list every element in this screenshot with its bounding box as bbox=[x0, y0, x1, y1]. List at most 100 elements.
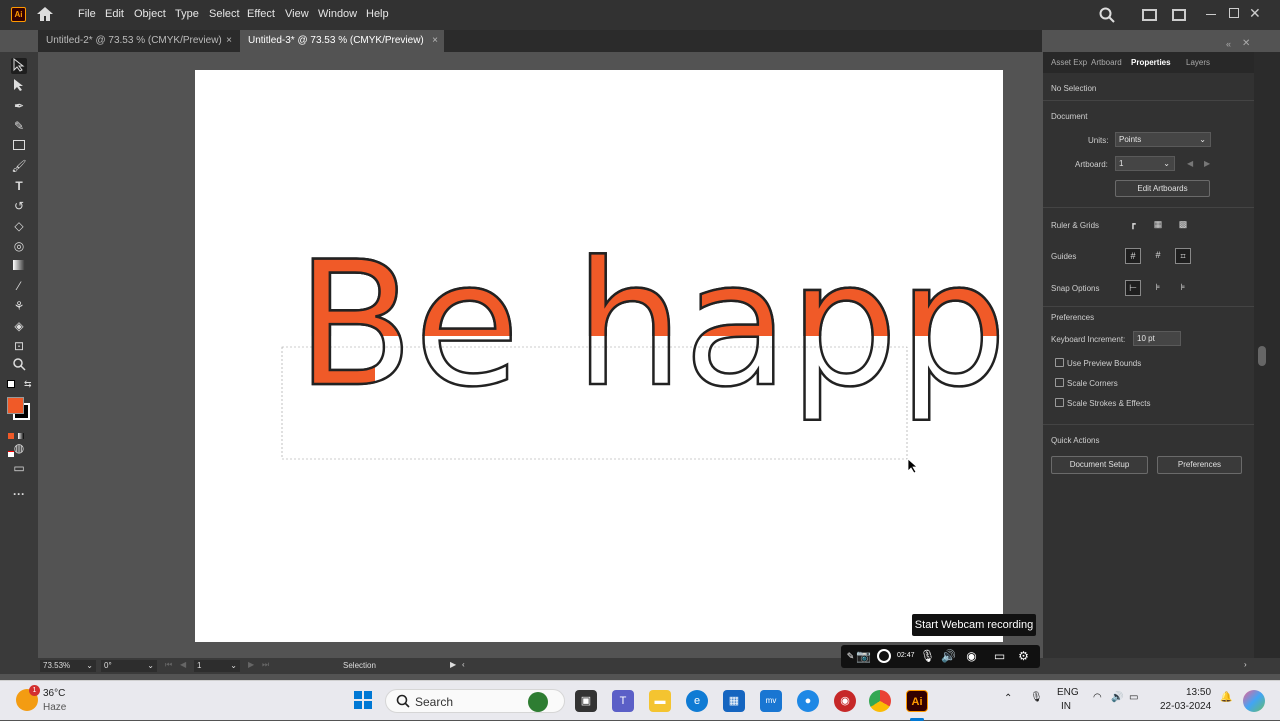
fill-swatch[interactable] bbox=[7, 397, 24, 414]
selection-tool-icon[interactable] bbox=[11, 57, 27, 74]
chrome-icon[interactable] bbox=[869, 690, 891, 712]
warp-tool-icon[interactable]: ◎ bbox=[11, 238, 27, 254]
recorder-app-icon[interactable]: ◉ bbox=[834, 690, 856, 712]
curvature-tool-icon[interactable]: ✎ bbox=[11, 118, 27, 134]
show-guides-icon[interactable]: # bbox=[1125, 248, 1141, 264]
tab-asset-export[interactable]: Asset Exp bbox=[1051, 58, 1087, 67]
app-icon[interactable]: mv bbox=[760, 690, 782, 712]
webcam-icon[interactable]: ◉ bbox=[964, 649, 979, 664]
close-icon[interactable]: ✕ bbox=[1249, 5, 1261, 22]
next-artboard-icon[interactable]: ▶ bbox=[1204, 159, 1210, 168]
scroll-right-icon[interactable]: › bbox=[1244, 660, 1247, 669]
teams-icon[interactable]: T bbox=[612, 690, 634, 712]
microphone-tray-icon[interactable]: 🎙 bbox=[1030, 692, 1043, 703]
tab-layers[interactable]: Layers bbox=[1186, 58, 1210, 67]
first-artboard-icon[interactable]: ⏮ bbox=[165, 660, 172, 670]
default-colors-icon[interactable] bbox=[7, 380, 15, 388]
arrange-documents-icon[interactable] bbox=[1142, 9, 1157, 21]
lock-guides-icon[interactable]: # bbox=[1150, 248, 1166, 264]
scroll-left-icon[interactable]: ‹ bbox=[462, 660, 465, 669]
file-explorer-icon[interactable]: ▬ bbox=[649, 690, 671, 712]
gradient-tool-icon[interactable] bbox=[11, 258, 27, 274]
color-mode-icons[interactable] bbox=[8, 426, 30, 457]
app-icon-blue[interactable]: ● bbox=[797, 690, 819, 712]
gear-icon[interactable]: ⚙ bbox=[1016, 649, 1031, 664]
grid-icon[interactable]: ▦ bbox=[1150, 217, 1166, 233]
store-icon[interactable]: ▦ bbox=[723, 690, 745, 712]
menu-help[interactable]: Help bbox=[366, 8, 389, 20]
keyboard-increment-input[interactable]: 10 pt bbox=[1133, 331, 1181, 346]
tab-close-icon[interactable]: × bbox=[226, 30, 232, 52]
pen-tool-icon[interactable]: ✒ bbox=[11, 98, 27, 114]
copilot-icon[interactable] bbox=[1243, 690, 1265, 712]
microphone-icon[interactable]: 🎙 bbox=[920, 649, 935, 664]
volume-icon[interactable]: 🔊 bbox=[1111, 692, 1123, 703]
edit-artboards-button[interactable]: Edit Artboards bbox=[1115, 180, 1210, 197]
language-line1[interactable]: ENG bbox=[1057, 687, 1079, 698]
workspace-icon[interactable] bbox=[1172, 9, 1186, 21]
home-icon[interactable] bbox=[36, 6, 54, 25]
artboard-navigation-dropdown[interactable]: 1 ⌄ bbox=[194, 660, 240, 672]
clock-time[interactable]: 13:50 bbox=[1186, 687, 1211, 698]
search-icon[interactable] bbox=[1099, 7, 1115, 26]
tab-properties[interactable]: Properties bbox=[1131, 58, 1171, 67]
eraser-tool-icon[interactable]: ◇ bbox=[11, 218, 27, 234]
snap-to-point-icon[interactable]: ⊢ bbox=[1125, 280, 1141, 296]
screen-icon[interactable]: ▭ bbox=[992, 649, 1007, 664]
preferences-button[interactable]: Preferences bbox=[1157, 456, 1242, 474]
speaker-icon[interactable]: 🔊 bbox=[941, 649, 956, 664]
battery-icon[interactable]: ▭ bbox=[1129, 692, 1138, 703]
use-preview-bounds-checkbox[interactable] bbox=[1055, 358, 1064, 367]
maximize-icon[interactable] bbox=[1229, 8, 1239, 18]
scale-corners-checkbox[interactable] bbox=[1055, 378, 1064, 387]
artboard[interactable]: Be happy Be happy Be happy bbox=[195, 70, 1110, 642]
menu-select[interactable]: Select bbox=[209, 8, 240, 20]
tab-close-icon[interactable]: × bbox=[432, 30, 438, 52]
rotation-dropdown[interactable]: 0° ⌄ bbox=[101, 660, 157, 672]
units-dropdown[interactable]: Points ⌄ bbox=[1115, 132, 1211, 147]
snap-to-pixel-icon[interactable]: ⊧ bbox=[1150, 280, 1166, 296]
more-tools-icon[interactable]: ··· bbox=[11, 486, 27, 502]
menu-type[interactable]: Type bbox=[175, 8, 199, 20]
type-tool-icon[interactable]: T bbox=[11, 178, 27, 194]
rectangle-tool-icon[interactable] bbox=[11, 138, 27, 154]
swap-colors-icon[interactable]: ⇆ bbox=[24, 379, 32, 390]
shape-builder-tool-icon[interactable]: ◈ bbox=[11, 318, 27, 334]
rotate-tool-icon[interactable]: ↺ bbox=[11, 198, 27, 214]
draw-mode-icon[interactable]: ◍ bbox=[11, 440, 27, 456]
status-menu-icon[interactable]: ▶ bbox=[450, 660, 456, 669]
edge-icon[interactable]: e bbox=[686, 690, 708, 712]
task-view-icon[interactable]: ▣ bbox=[575, 690, 597, 712]
smart-guides-icon[interactable]: ⌗ bbox=[1175, 248, 1191, 264]
snap-to-glyph-icon[interactable]: ⊧ bbox=[1175, 280, 1191, 296]
next-artboard-icon[interactable]: ▶ bbox=[248, 660, 254, 669]
artboard-tool-icon[interactable]: ⊡ bbox=[11, 338, 27, 354]
clock-date[interactable]: 22-03-2024 bbox=[1160, 701, 1211, 712]
menu-view[interactable]: View bbox=[285, 8, 309, 20]
direct-selection-tool-icon[interactable] bbox=[11, 78, 27, 94]
camera-icon[interactable]: 📷 bbox=[856, 649, 871, 664]
paintbrush-tool-icon[interactable]: 🖌 bbox=[11, 158, 27, 174]
tab-artboards[interactable]: Artboard bbox=[1091, 58, 1122, 67]
record-icon[interactable] bbox=[877, 649, 891, 663]
close-panel-icon[interactable]: ✕ bbox=[1242, 38, 1250, 49]
artboard-dropdown[interactable]: 1 ⌄ bbox=[1115, 156, 1175, 171]
taskbar-search-input[interactable]: Search bbox=[385, 689, 565, 713]
blend-tool-icon[interactable]: ⚘ bbox=[11, 298, 27, 314]
notifications-icon[interactable]: 🔔 bbox=[1220, 692, 1232, 703]
rulers-icon[interactable]: ┏ bbox=[1125, 217, 1141, 233]
language-line2[interactable]: IN bbox=[1061, 701, 1071, 712]
screen-mode-icon[interactable]: ▭ bbox=[11, 460, 27, 476]
zoom-tool-icon[interactable] bbox=[11, 358, 27, 374]
illustrator-taskbar-icon[interactable]: Ai bbox=[906, 690, 928, 712]
minimize-icon[interactable] bbox=[1206, 14, 1216, 15]
collapse-panel-icon[interactable]: « bbox=[1226, 39, 1231, 49]
menu-file[interactable]: File bbox=[78, 8, 96, 20]
tab-untitled-3[interactable]: Untitled-3* @ 73.53 % (CMYK/Preview) × bbox=[240, 30, 444, 52]
windows-start-icon[interactable] bbox=[352, 690, 374, 712]
last-artboard-icon[interactable]: ⏭ bbox=[262, 660, 269, 670]
scale-strokes-checkbox[interactable] bbox=[1055, 398, 1064, 407]
zoom-dropdown[interactable]: 73.53% ⌄ bbox=[40, 660, 96, 672]
eyedropper-tool-icon[interactable]: ⁄ bbox=[11, 278, 27, 294]
scrollbar-thumb[interactable] bbox=[1258, 346, 1266, 366]
